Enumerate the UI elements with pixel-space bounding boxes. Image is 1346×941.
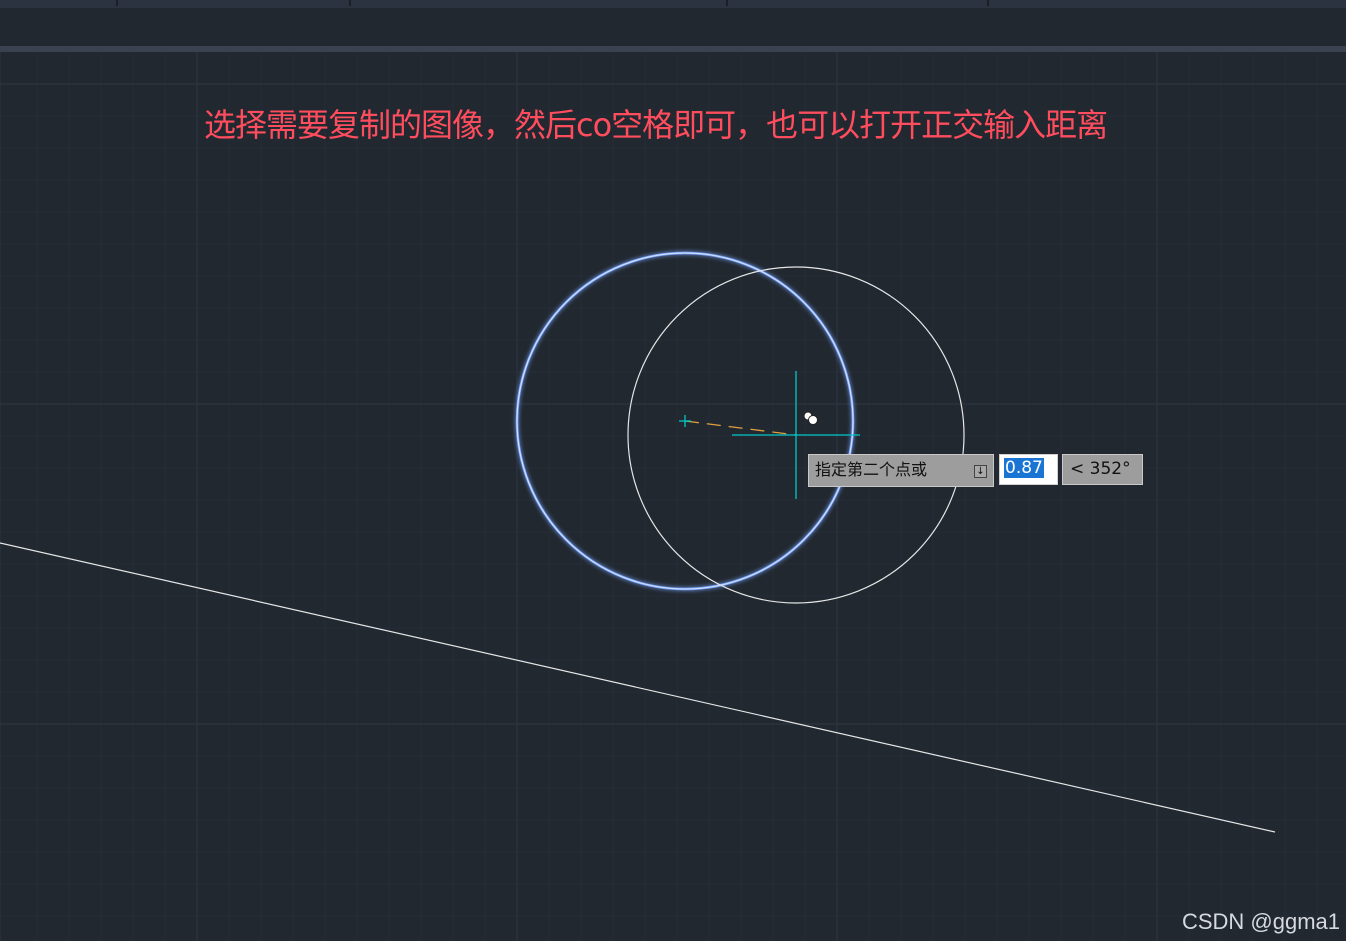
cad-application: 选择需要复制的图像，然后co空格即可，也可以打开正交输入距离 指定第二个点或 ↓…: [0, 0, 1346, 941]
dynamic-input-prompt[interactable]: 指定第二个点或 ↓: [808, 454, 994, 487]
top-tab[interactable]: [989, 0, 1346, 6]
drawing-grid: [0, 52, 1346, 941]
distance-value: 0.87: [1004, 458, 1044, 478]
drawn-line[interactable]: [0, 542, 1276, 833]
down-arrow-icon[interactable]: ↓: [974, 465, 987, 478]
distance-input[interactable]: 0.87: [999, 454, 1058, 485]
annotation-text: 选择需要复制的图像，然后co空格即可，也可以打开正交输入距离: [204, 106, 1108, 144]
top-tab[interactable]: [118, 0, 351, 6]
drawing-canvas[interactable]: [0, 52, 1346, 941]
watermark: CSDN @ggma1: [1181, 909, 1340, 934]
top-tab[interactable]: [728, 0, 989, 6]
angle-field[interactable]: < 352°: [1062, 454, 1143, 485]
snap-cursor-icon: [803, 411, 818, 425]
top-tab[interactable]: [351, 0, 728, 6]
top-tab[interactable]: [0, 0, 118, 6]
drawing-viewport[interactable]: [0, 52, 1346, 941]
top-tab-strip: [0, 0, 1346, 8]
prompt-label: 指定第二个点或: [815, 460, 928, 479]
ribbon-area: [0, 8, 1346, 46]
